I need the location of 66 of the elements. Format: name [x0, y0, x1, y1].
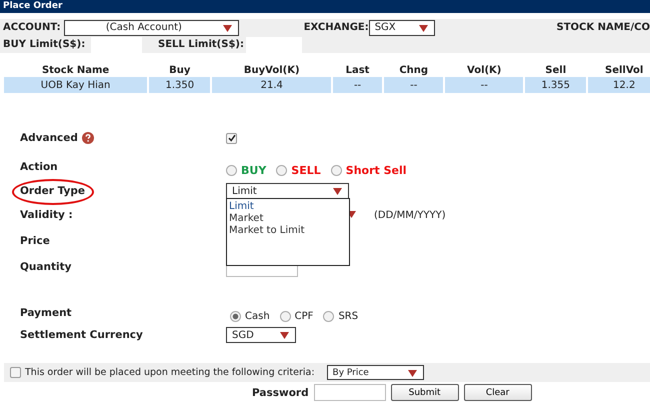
table-cell: -- [384, 77, 444, 93]
table-cell: 12.2 [588, 77, 650, 93]
help-icon[interactable] [82, 132, 94, 144]
column-header: SellVol [604, 64, 644, 77]
radio-button[interactable] [323, 310, 334, 322]
payment-option: Cash [245, 310, 270, 322]
dropdown-option[interactable]: Market to Limit [229, 225, 347, 237]
settlement-currency-label: Settlement Currency [20, 329, 143, 341]
table-cell: 1.355 [525, 77, 586, 93]
dropdown-option[interactable]: Limit [229, 201, 347, 213]
caret-icon [408, 370, 417, 377]
currency-select[interactable]: SGD [226, 327, 296, 343]
order-type-select[interactable]: Limit [226, 183, 349, 199]
quantity-label: Quantity [20, 261, 72, 273]
radio-button[interactable] [230, 310, 241, 322]
validity-label: Validity : [20, 209, 73, 221]
action-option: SELL [291, 164, 321, 176]
caret-icon [280, 332, 289, 339]
order-type-label: Order Type [20, 185, 85, 197]
table-cell: 21.4 [212, 77, 332, 93]
action-option: BUY [241, 164, 266, 176]
table-cell: -- [333, 77, 382, 93]
payment-option: SRS [338, 310, 358, 322]
radio-button[interactable] [330, 164, 342, 176]
price-label: Price [20, 235, 50, 247]
column-header: Buy [168, 64, 192, 77]
caret-icon [347, 211, 356, 218]
action-option: Short Sell [346, 164, 407, 176]
buy-limit-value [91, 36, 142, 52]
criteria-checkbox[interactable] [10, 367, 21, 378]
dropdown-option[interactable]: Market [229, 213, 347, 225]
action-label: Action [20, 161, 58, 173]
exchange-label: EXCHANGE: [304, 22, 369, 33]
radio-button[interactable] [280, 310, 291, 322]
column-header: Stock Name [40, 64, 110, 77]
column-header: Vol(K) [466, 64, 502, 77]
column-header: BuyVol(K) [242, 64, 301, 77]
table-cell: 1.350 [149, 77, 210, 93]
radio-button[interactable] [276, 164, 288, 176]
criteria-label: This order will be placed upon meeting the following criteria: [25, 367, 315, 378]
table-cell: -- [445, 77, 524, 93]
table-cell: UOB Kay Hian [4, 77, 148, 93]
advanced-label: Advanced [20, 132, 78, 144]
advanced-checkbox[interactable] [226, 132, 237, 144]
password-field[interactable] [314, 384, 386, 401]
submit-button[interactable]: Submit [390, 384, 459, 401]
account-label: ACCOUNT: [3, 22, 62, 33]
buy-limit-label: BUY Limit(S$): [3, 39, 86, 50]
sell-limit-label: SELL Limit(S$): [158, 39, 245, 50]
account-select[interactable]: (Cash Account) [64, 20, 239, 36]
column-header: Last [344, 64, 370, 77]
window-title: Place Order [0, 0, 650, 13]
payment-label: Payment [20, 307, 72, 319]
column-header: Chng [398, 64, 430, 77]
stock-name-label: STOCK NAME/CO [556, 22, 650, 33]
date-format-hint: (DD/MM/YYYY) [374, 210, 446, 220]
caret-icon [333, 188, 342, 195]
clear-button[interactable]: Clear [464, 384, 532, 401]
password-label: Password [252, 386, 309, 398]
radio-button[interactable] [226, 164, 237, 176]
column-header: Sell [544, 64, 568, 77]
caret-icon [222, 24, 232, 32]
criteria-select[interactable]: By Price [326, 365, 424, 380]
payment-option: CPF [294, 310, 314, 322]
exchange-select[interactable]: SGX [368, 20, 435, 36]
caret-icon [418, 24, 428, 32]
